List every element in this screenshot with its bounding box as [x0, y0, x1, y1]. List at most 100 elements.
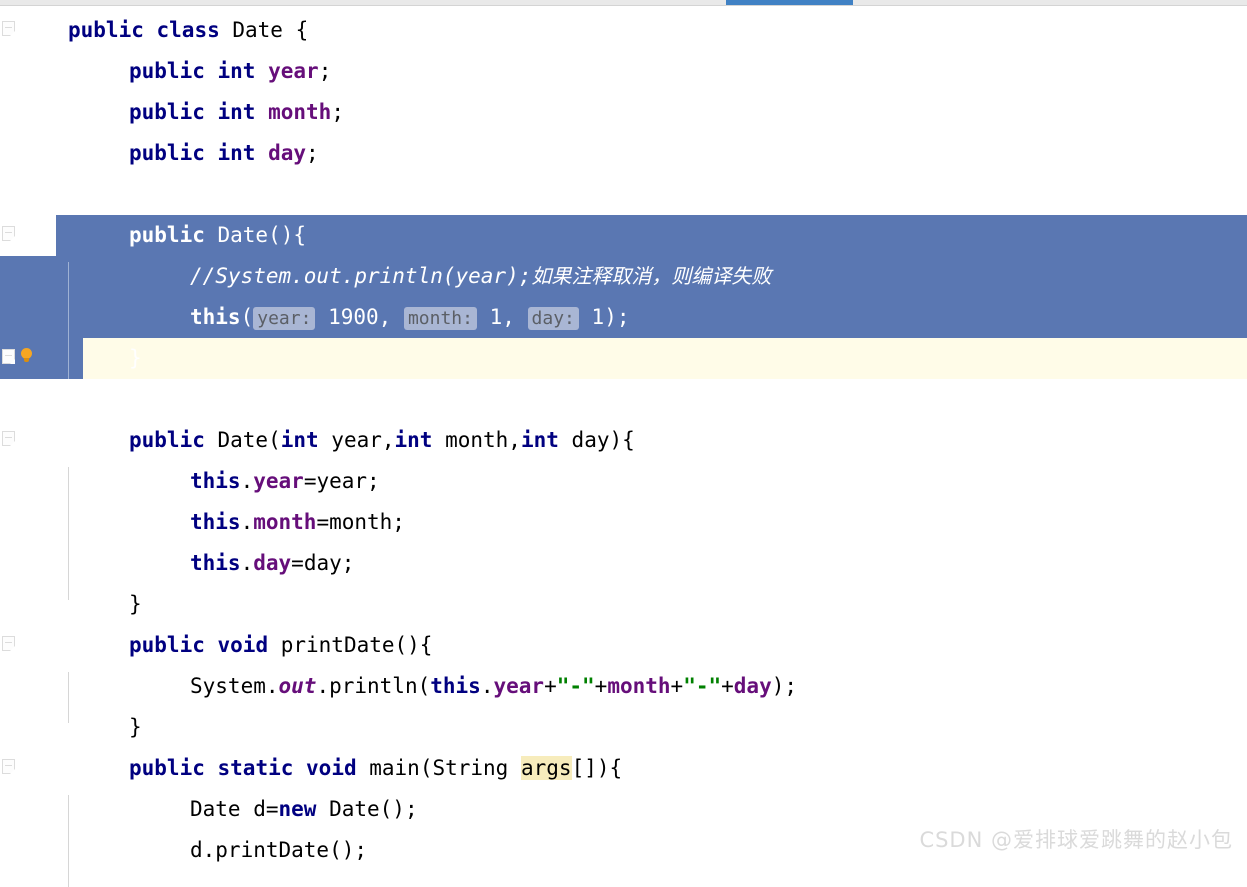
code-fold-marker-icon[interactable]: [2, 431, 15, 446]
code-fold-marker-icon[interactable]: [2, 21, 15, 36]
plain-token: }: [129, 592, 142, 616]
plain-token: .: [241, 469, 254, 493]
intention-bulb-icon[interactable]: [19, 348, 34, 365]
scrollbar-thumb[interactable]: [726, 0, 853, 5]
code-line[interactable]: public static void main(String args[]){: [0, 748, 622, 789]
field-token: month: [607, 674, 670, 698]
horizontal-scrollbar[interactable]: [0, 0, 1247, 6]
plain-token: +: [544, 674, 557, 698]
field-token: year: [493, 674, 544, 698]
plain-token: +: [721, 674, 734, 698]
current-line-highlight: [0, 338, 1247, 379]
plain-token: Date(){: [205, 223, 306, 247]
keyword-token: public: [129, 756, 205, 780]
code-fold-marker-icon[interactable]: [2, 226, 15, 241]
plain-token: Date(: [205, 428, 281, 452]
plain-token: printDate(){: [268, 633, 432, 657]
plain-token: ;: [306, 141, 319, 165]
string-token: "-": [557, 674, 595, 698]
plain-token: d.printDate();: [190, 838, 367, 862]
plain-token: =day;: [291, 551, 354, 575]
keyword-token: this: [430, 674, 481, 698]
code-line[interactable]: this.year=year;: [0, 461, 380, 502]
keyword-token: void: [218, 633, 269, 657]
comment-token-cjk: 如果注释取消，则编译失败: [531, 264, 771, 288]
field-token: month: [253, 510, 316, 534]
code-line[interactable]: System.out.println(this.year+"-"+month+"…: [0, 666, 797, 707]
plain-token: [255, 59, 268, 83]
plain-token: month,: [432, 428, 521, 452]
keyword-token: static: [218, 756, 294, 780]
keyword-token: this: [190, 305, 241, 329]
plain-token: 1,: [477, 305, 528, 329]
plain-token: }: [129, 346, 142, 370]
keyword-token: this: [190, 469, 241, 493]
code-editor[interactable]: public class Date {public int year;publi…: [0, 7, 1247, 862]
keyword-token: int: [281, 428, 319, 452]
plain-token: year,: [319, 428, 395, 452]
code-line[interactable]: Date d=new Date();: [0, 789, 418, 830]
plain-token: [205, 59, 218, 83]
plain-token: }: [129, 715, 142, 739]
plain-token: =year;: [304, 469, 380, 493]
keyword-token: int: [395, 428, 433, 452]
code-line[interactable]: public Date(int year,int month,int day){: [0, 420, 635, 461]
code-fold-marker-icon[interactable]: [2, 349, 15, 364]
string-token: "-": [683, 674, 721, 698]
keyword-token: public: [129, 428, 205, 452]
plain-token: [205, 100, 218, 124]
keyword-token: int: [218, 141, 256, 165]
plain-token: main(String: [357, 756, 521, 780]
plain-token: [205, 141, 218, 165]
comment-token: //System.out.println(year);: [190, 264, 531, 288]
code-fold-marker-icon[interactable]: [2, 759, 15, 774]
keyword-token: void: [306, 756, 357, 780]
keyword-token: class: [157, 18, 220, 42]
editor-gutter[interactable]: [0, 7, 56, 862]
keyword-token: public: [129, 141, 205, 165]
parameter-hint-chip: month:: [404, 307, 477, 330]
keyword-token: this: [190, 510, 241, 534]
keyword-token: int: [521, 428, 559, 452]
field-token: day: [734, 674, 772, 698]
keyword-token: new: [279, 797, 317, 821]
plain-token: ;: [319, 59, 332, 83]
identifier-highlight: args: [521, 756, 572, 780]
code-fold-marker-icon[interactable]: [2, 636, 15, 651]
plain-token: .: [241, 510, 254, 534]
field-token: year: [253, 469, 304, 493]
plain-token: System.: [190, 674, 279, 698]
plain-token: +: [595, 674, 608, 698]
plain-token: [144, 18, 157, 42]
csdn-watermark: CSDN @爱排球爱跳舞的赵小包: [919, 824, 1233, 854]
plain-token: 1);: [579, 305, 630, 329]
code-line[interactable]: this(year: 1900, month: 1, day: 1);: [0, 297, 629, 338]
parameter-hint-chip: year:: [253, 307, 315, 330]
static-field-token: out: [279, 674, 317, 698]
plain-token: [205, 756, 218, 780]
plain-token: []){: [572, 756, 623, 780]
plain-token: Date();: [316, 797, 417, 821]
plain-token: Date d=: [190, 797, 279, 821]
keyword-token: int: [218, 100, 256, 124]
plain-token: .: [481, 674, 494, 698]
code-line[interactable]: this.month=month;: [0, 502, 405, 543]
field-token: month: [268, 100, 331, 124]
keyword-token: public: [129, 59, 205, 83]
code-line[interactable]: //System.out.println(year);如果注释取消，则编译失败: [0, 256, 771, 297]
plain-token: [205, 633, 218, 657]
plain-token: [293, 756, 306, 780]
keyword-token: public: [129, 100, 205, 124]
plain-token: 1900,: [315, 305, 404, 329]
parameter-hint-chip: day:: [528, 307, 579, 330]
plain-token: ;: [331, 100, 344, 124]
keyword-token: public: [129, 633, 205, 657]
field-token: day: [268, 141, 306, 165]
plain-token: (: [241, 305, 254, 329]
code-line[interactable]: public void printDate(){: [0, 625, 432, 666]
field-token: day: [253, 551, 291, 575]
plain-token: day){: [559, 428, 635, 452]
plain-token: [255, 141, 268, 165]
bulb-base: [24, 358, 29, 362]
plain-token: =month;: [316, 510, 405, 534]
